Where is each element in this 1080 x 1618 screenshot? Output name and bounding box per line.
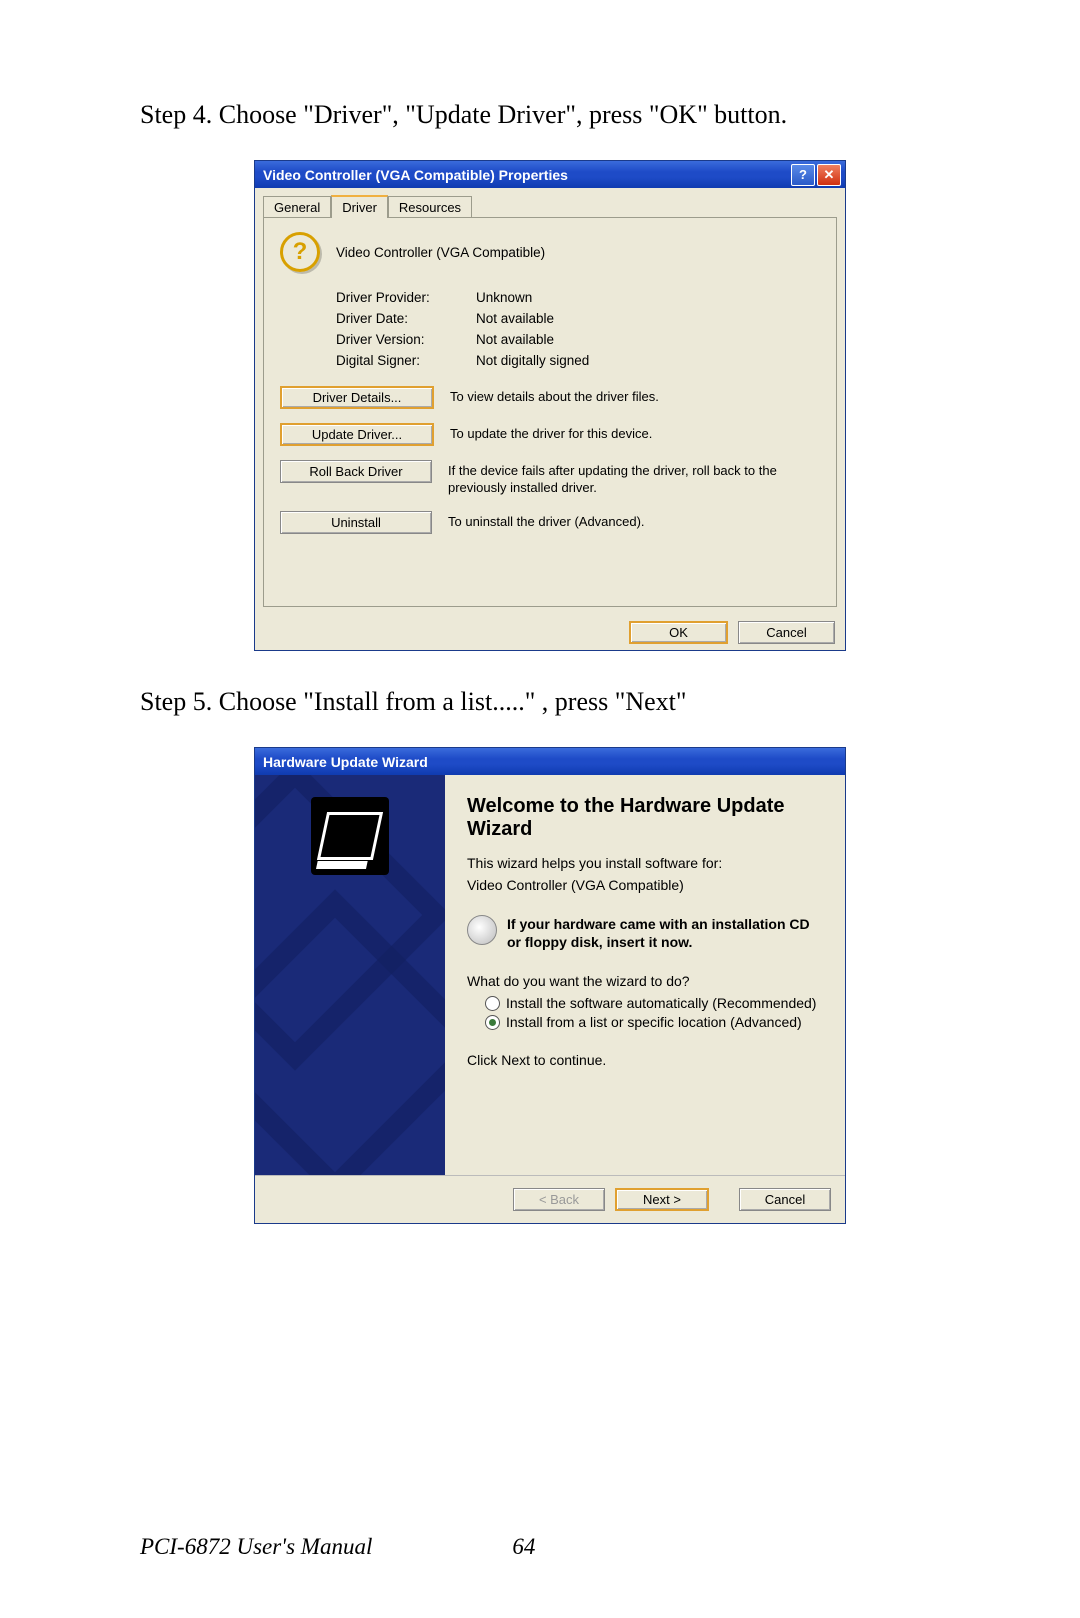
version-value: Not available — [476, 332, 554, 347]
radio-label-list: Install from a list or specific location… — [506, 1014, 802, 1030]
driver-details-desc: To view details about the driver files. — [450, 386, 820, 406]
tab-resources[interactable]: Resources — [388, 196, 472, 219]
tab-body: ? Video Controller (VGA Compatible) Driv… — [263, 217, 837, 607]
wizard-heading: Welcome to the Hardware Update Wizard — [467, 795, 823, 841]
radio-option-list[interactable]: Install from a list or specific location… — [485, 1014, 823, 1030]
wizard-question: What do you want the wizard to do? — [467, 973, 823, 989]
page-footer: PCI-6872 User's Manual 64 — [140, 1534, 940, 1560]
wizard-device-name: Video Controller (VGA Compatible) — [467, 877, 823, 893]
radio-label-auto: Install the software automatically (Reco… — [506, 995, 816, 1011]
provider-value: Unknown — [476, 290, 532, 305]
radio-option-auto[interactable]: Install the software automatically (Reco… — [485, 995, 823, 1011]
update-driver-desc: To update the driver for this device. — [450, 423, 820, 443]
cd-icon — [467, 915, 497, 945]
titlebar-title: Video Controller (VGA Compatible) Proper… — [263, 167, 789, 183]
wizard-dialog: Hardware Update Wizard Welcome to the Ha… — [254, 747, 846, 1224]
question-icon: ? — [280, 232, 320, 272]
back-button: < Back — [513, 1188, 605, 1211]
ok-button[interactable]: OK — [629, 621, 728, 644]
date-value: Not available — [476, 311, 554, 326]
wizard-device-icon — [311, 797, 389, 875]
driver-info-table: Driver Provider:Unknown Driver Date:Not … — [336, 290, 820, 368]
manual-title: PCI-6872 User's Manual — [140, 1534, 372, 1560]
tab-driver[interactable]: Driver — [331, 195, 388, 218]
date-label: Driver Date: — [336, 311, 476, 326]
cd-note: If your hardware came with an installati… — [507, 915, 823, 951]
wizard-title-text: Hardware Update Wizard — [263, 754, 841, 770]
roll-back-button[interactable]: Roll Back Driver — [280, 460, 432, 483]
uninstall-button[interactable]: Uninstall — [280, 511, 432, 534]
tab-strip: General Driver Resources — [255, 188, 845, 217]
cancel-button[interactable]: Cancel — [738, 621, 835, 644]
radio-icon — [485, 996, 500, 1011]
uninstall-desc: To uninstall the driver (Advanced). — [448, 511, 820, 531]
radio-icon — [485, 1015, 500, 1030]
titlebar: Video Controller (VGA Compatible) Proper… — [255, 161, 845, 188]
next-button[interactable]: Next > — [615, 1188, 709, 1211]
tab-general[interactable]: General — [263, 196, 331, 219]
signer-value: Not digitally signed — [476, 353, 589, 368]
version-label: Driver Version: — [336, 332, 476, 347]
wizard-cancel-button[interactable]: Cancel — [739, 1188, 831, 1211]
properties-dialog: Video Controller (VGA Compatible) Proper… — [254, 160, 846, 651]
step5-text: Step 5. Choose "Install from a list.....… — [140, 687, 960, 717]
wizard-titlebar: Hardware Update Wizard — [255, 748, 845, 775]
help-button[interactable]: ? — [791, 164, 815, 186]
driver-details-button[interactable]: Driver Details... — [280, 386, 434, 409]
wizard-sidebar-graphic — [255, 775, 445, 1175]
close-button[interactable]: ✕ — [817, 164, 841, 186]
provider-label: Driver Provider: — [336, 290, 476, 305]
wizard-intro: This wizard helps you install software f… — [467, 855, 823, 871]
signer-label: Digital Signer: — [336, 353, 476, 368]
update-driver-button[interactable]: Update Driver... — [280, 423, 434, 446]
click-next-text: Click Next to continue. — [467, 1052, 823, 1068]
step4-text: Step 4. Choose "Driver", "Update Driver"… — [140, 100, 960, 130]
device-name: Video Controller (VGA Compatible) — [336, 245, 545, 260]
roll-back-desc: If the device fails after updating the d… — [448, 460, 820, 497]
page-number: 64 — [512, 1534, 535, 1560]
